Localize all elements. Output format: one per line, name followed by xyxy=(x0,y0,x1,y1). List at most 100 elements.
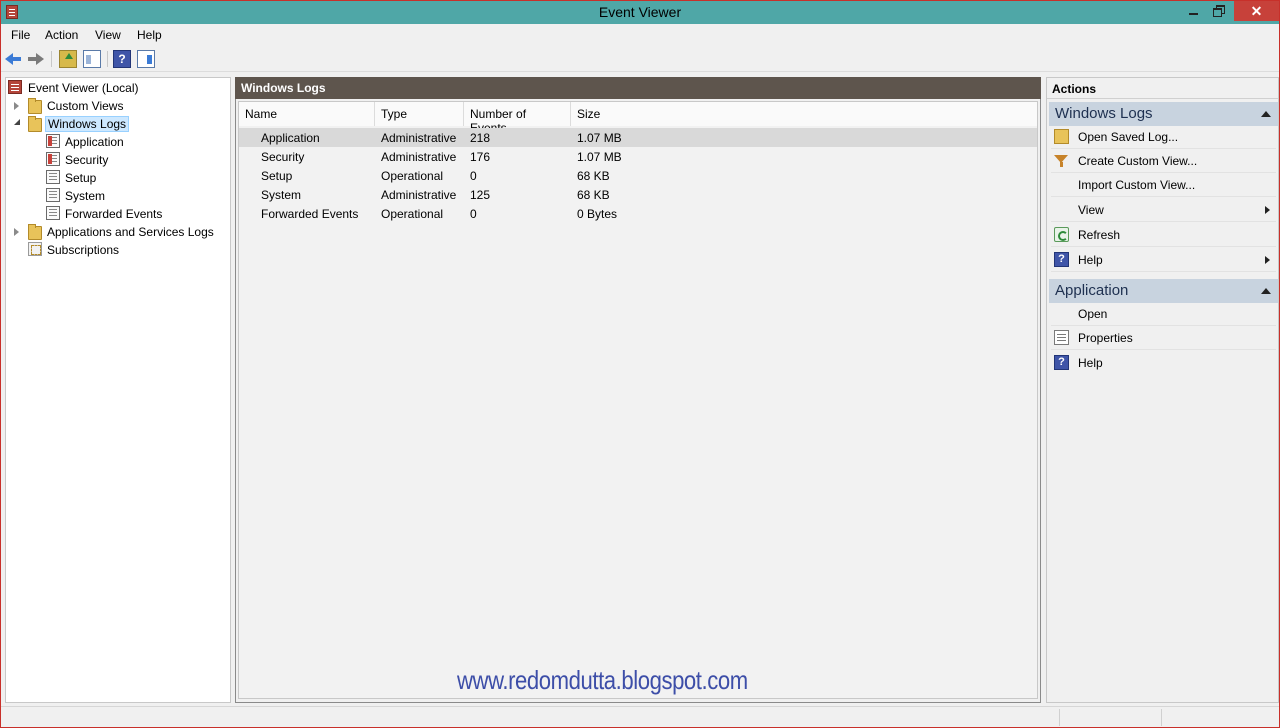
column-header-size[interactable]: Size xyxy=(571,102,1037,126)
cell-name: Application xyxy=(261,131,320,145)
console-tree: Event Viewer (Local) Custom Views Window… xyxy=(5,77,231,703)
minimize-button[interactable] xyxy=(1179,1,1207,21)
toolbar-divider xyxy=(107,51,108,67)
action-label: Help xyxy=(1078,253,1103,267)
collapse-arrow-icon[interactable] xyxy=(14,119,20,125)
table-row[interactable]: Application Administrative 218 1.07 MB xyxy=(239,128,1037,147)
tree-item-security[interactable]: Security xyxy=(46,151,228,169)
event-viewer-icon xyxy=(8,80,22,94)
action-import-custom-view[interactable]: Import Custom View... xyxy=(1051,174,1276,197)
up-one-level-icon[interactable] xyxy=(59,50,77,68)
toolbar: ? xyxy=(1,46,1279,72)
restore-button[interactable] xyxy=(1205,1,1233,21)
show-hide-action-pane-icon[interactable] xyxy=(137,50,155,68)
cell-events: 0 xyxy=(470,169,477,183)
column-header-name[interactable]: Name xyxy=(239,102,375,126)
actions-section-windows-logs[interactable]: Windows Logs xyxy=(1049,102,1278,126)
submenu-arrow-icon xyxy=(1265,256,1270,264)
status-bar-divider xyxy=(1161,709,1162,726)
actions-pane: Actions Windows Logs Open Saved Log... C… xyxy=(1046,77,1279,703)
logs-table: Name Type Number of Events Size Applicat… xyxy=(238,101,1038,699)
status-bar xyxy=(1,706,1279,727)
window-title: Event Viewer xyxy=(598,4,682,20)
tree-item-subscriptions[interactable]: Subscriptions xyxy=(12,241,228,259)
expand-arrow-icon[interactable] xyxy=(14,228,19,236)
log-icon xyxy=(46,206,60,220)
log-icon xyxy=(46,188,60,202)
actions-section-application[interactable]: Application xyxy=(1049,279,1278,303)
table-row[interactable]: Forwarded Events Operational 0 0 Bytes xyxy=(239,204,1037,223)
action-help[interactable]: ? Help xyxy=(1051,249,1276,272)
tree-item-label: Security xyxy=(65,153,109,167)
column-header-type[interactable]: Type xyxy=(375,102,464,126)
tree-item-label: Custom Views xyxy=(47,99,124,113)
cell-type: Administrative xyxy=(381,131,457,145)
cell-size: 68 KB xyxy=(577,188,610,202)
table-row[interactable]: Setup Operational 0 68 KB xyxy=(239,166,1037,185)
column-header-number-of-events[interactable]: Number of Events xyxy=(464,102,571,135)
submenu-arrow-icon xyxy=(1265,206,1270,214)
tree-item-label: Setup xyxy=(65,171,97,185)
forward-arrow-icon[interactable] xyxy=(27,50,45,68)
tree-item-windows-logs[interactable]: Windows Logs xyxy=(12,115,228,133)
cell-name: System xyxy=(261,188,302,202)
collapse-section-icon[interactable] xyxy=(1261,111,1271,117)
cell-name: Setup xyxy=(261,169,293,183)
cell-events: 218 xyxy=(470,131,491,145)
tree-item-applications-and-services-logs[interactable]: Applications and Services Logs xyxy=(12,223,228,241)
table-row[interactable]: Security Administrative 176 1.07 MB xyxy=(239,147,1037,166)
tree-item-event-viewer-local[interactable]: Event Viewer (Local) xyxy=(8,79,228,97)
action-label: Help xyxy=(1078,356,1103,370)
tree-item-label: Event Viewer (Local) xyxy=(28,81,139,95)
tree-item-forwarded-events[interactable]: Forwarded Events xyxy=(46,205,228,223)
menu-action[interactable]: Action xyxy=(45,28,78,42)
toolbar-divider xyxy=(51,51,52,67)
close-button[interactable]: ✕ xyxy=(1234,1,1279,21)
tree-item-system[interactable]: System xyxy=(46,187,228,205)
menu-view[interactable]: View xyxy=(95,28,121,42)
action-refresh[interactable]: Refresh xyxy=(1051,224,1276,247)
cell-name: Security xyxy=(261,150,305,164)
cell-size: 1.07 MB xyxy=(577,150,622,164)
cell-type: Operational xyxy=(381,207,444,221)
folder-icon xyxy=(28,116,42,132)
show-hide-console-tree-icon[interactable] xyxy=(83,50,101,68)
cell-events: 176 xyxy=(470,150,491,164)
help-icon[interactable]: ? xyxy=(113,50,131,68)
open-folder-icon xyxy=(1054,129,1069,144)
action-properties[interactable]: Properties xyxy=(1051,327,1276,350)
menu-file[interactable]: File xyxy=(11,28,30,42)
action-open[interactable]: Open xyxy=(1051,303,1276,326)
help-icon: ? xyxy=(1054,252,1069,267)
section-header-label: Application xyxy=(1055,282,1129,299)
table-row[interactable]: System Administrative 125 68 KB xyxy=(239,185,1037,204)
filter-icon xyxy=(1054,153,1069,168)
center-pane: Name Type Number of Events Size Applicat… xyxy=(235,99,1041,703)
cell-events: 0 xyxy=(470,207,477,221)
expand-arrow-icon[interactable] xyxy=(14,102,19,110)
cell-size: 1.07 MB xyxy=(577,131,622,145)
menu-help[interactable]: Help xyxy=(137,28,162,42)
center-pane-header: Windows Logs xyxy=(235,77,1041,99)
tree-item-setup[interactable]: Setup xyxy=(46,169,228,187)
help-icon: ? xyxy=(1054,355,1069,370)
cell-type: Administrative xyxy=(381,150,457,164)
action-open-saved-log[interactable]: Open Saved Log... xyxy=(1051,126,1276,149)
title-bar[interactable]: Event Viewer ✕ xyxy=(1,1,1279,24)
tree-item-application[interactable]: Application xyxy=(46,133,228,151)
log-icon xyxy=(46,170,60,184)
status-bar-divider xyxy=(1059,709,1060,726)
collapse-section-icon[interactable] xyxy=(1261,288,1271,294)
log-icon xyxy=(46,152,60,166)
tree-item-label: System xyxy=(65,189,106,203)
action-view[interactable]: View xyxy=(1051,199,1276,222)
cell-type: Administrative xyxy=(381,188,457,202)
close-icon: ✕ xyxy=(1250,3,1263,19)
action-create-custom-view[interactable]: Create Custom View... xyxy=(1051,150,1276,173)
back-arrow-icon[interactable] xyxy=(5,50,23,68)
tree-item-custom-views[interactable]: Custom Views xyxy=(12,97,228,115)
tree-item-label: Subscriptions xyxy=(47,243,120,257)
folder-icon xyxy=(28,98,42,114)
action-help-application[interactable]: ? Help xyxy=(1051,352,1276,375)
action-label: Refresh xyxy=(1078,228,1121,242)
